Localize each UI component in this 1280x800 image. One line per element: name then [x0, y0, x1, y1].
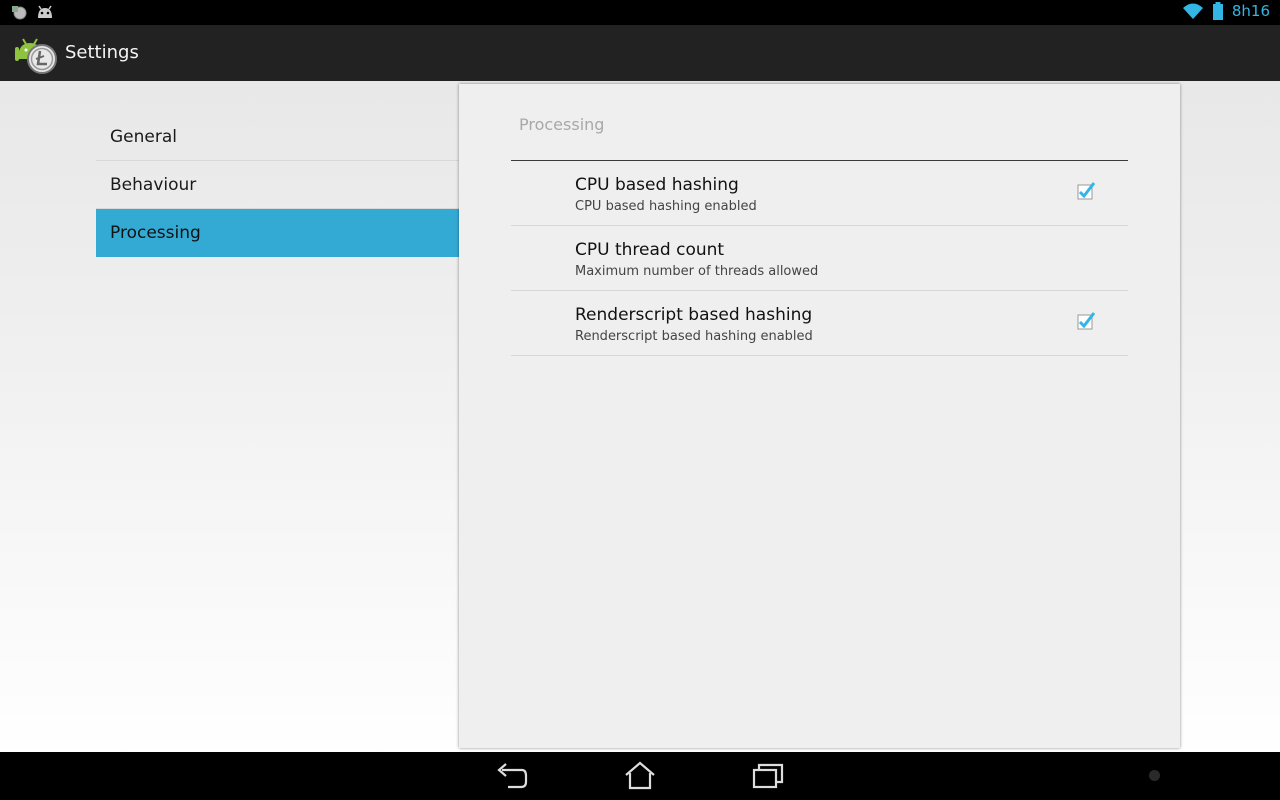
- wifi-icon: [1182, 3, 1203, 19]
- notification-android-icon: [38, 5, 52, 18]
- home-icon[interactable]: [620, 760, 660, 792]
- navigation-bar: [0, 752, 1280, 800]
- pref-cpu-thread-count[interactable]: CPU thread count Maximum number of threa…: [511, 226, 1128, 291]
- status-bar: 8h16: [0, 0, 1280, 25]
- back-icon[interactable]: [492, 760, 532, 792]
- pref-summary: Maximum number of threads allowed: [575, 264, 819, 279]
- header-list: General Behaviour Processing: [96, 113, 459, 257]
- header-item-processing[interactable]: Processing: [96, 209, 459, 257]
- pref-cpu-hashing[interactable]: CPU based hashing CPU based hashing enab…: [511, 161, 1128, 226]
- category-title: Processing: [519, 115, 605, 134]
- clock: 8h16: [1231, 2, 1270, 20]
- renderscript-hashing-checkbox[interactable]: [1077, 312, 1095, 330]
- header-item-general[interactable]: General: [96, 113, 459, 161]
- cpu-hashing-checkbox[interactable]: [1077, 182, 1095, 200]
- pref-renderscript-hashing[interactable]: Renderscript based hashing Renderscript …: [511, 291, 1128, 356]
- pref-summary: CPU based hashing enabled: [575, 199, 757, 214]
- header-item-behaviour[interactable]: Behaviour: [96, 161, 459, 209]
- pref-title: Renderscript based hashing: [575, 305, 813, 325]
- pref-title: CPU based hashing: [575, 175, 739, 195]
- notification-litecoin-icon: [12, 6, 27, 20]
- action-bar: Settings: [0, 25, 1280, 81]
- pref-summary: Renderscript based hashing enabled: [575, 329, 813, 344]
- battery-icon: [1212, 2, 1223, 20]
- preference-panel: Processing CPU based hashing CPU based h…: [459, 84, 1180, 748]
- app-litecoin-android-icon[interactable]: [14, 33, 60, 75]
- page-title: Settings: [65, 42, 139, 63]
- pref-title: CPU thread count: [575, 240, 725, 260]
- recent-apps-icon[interactable]: [748, 760, 788, 792]
- status-dot: [1149, 770, 1160, 781]
